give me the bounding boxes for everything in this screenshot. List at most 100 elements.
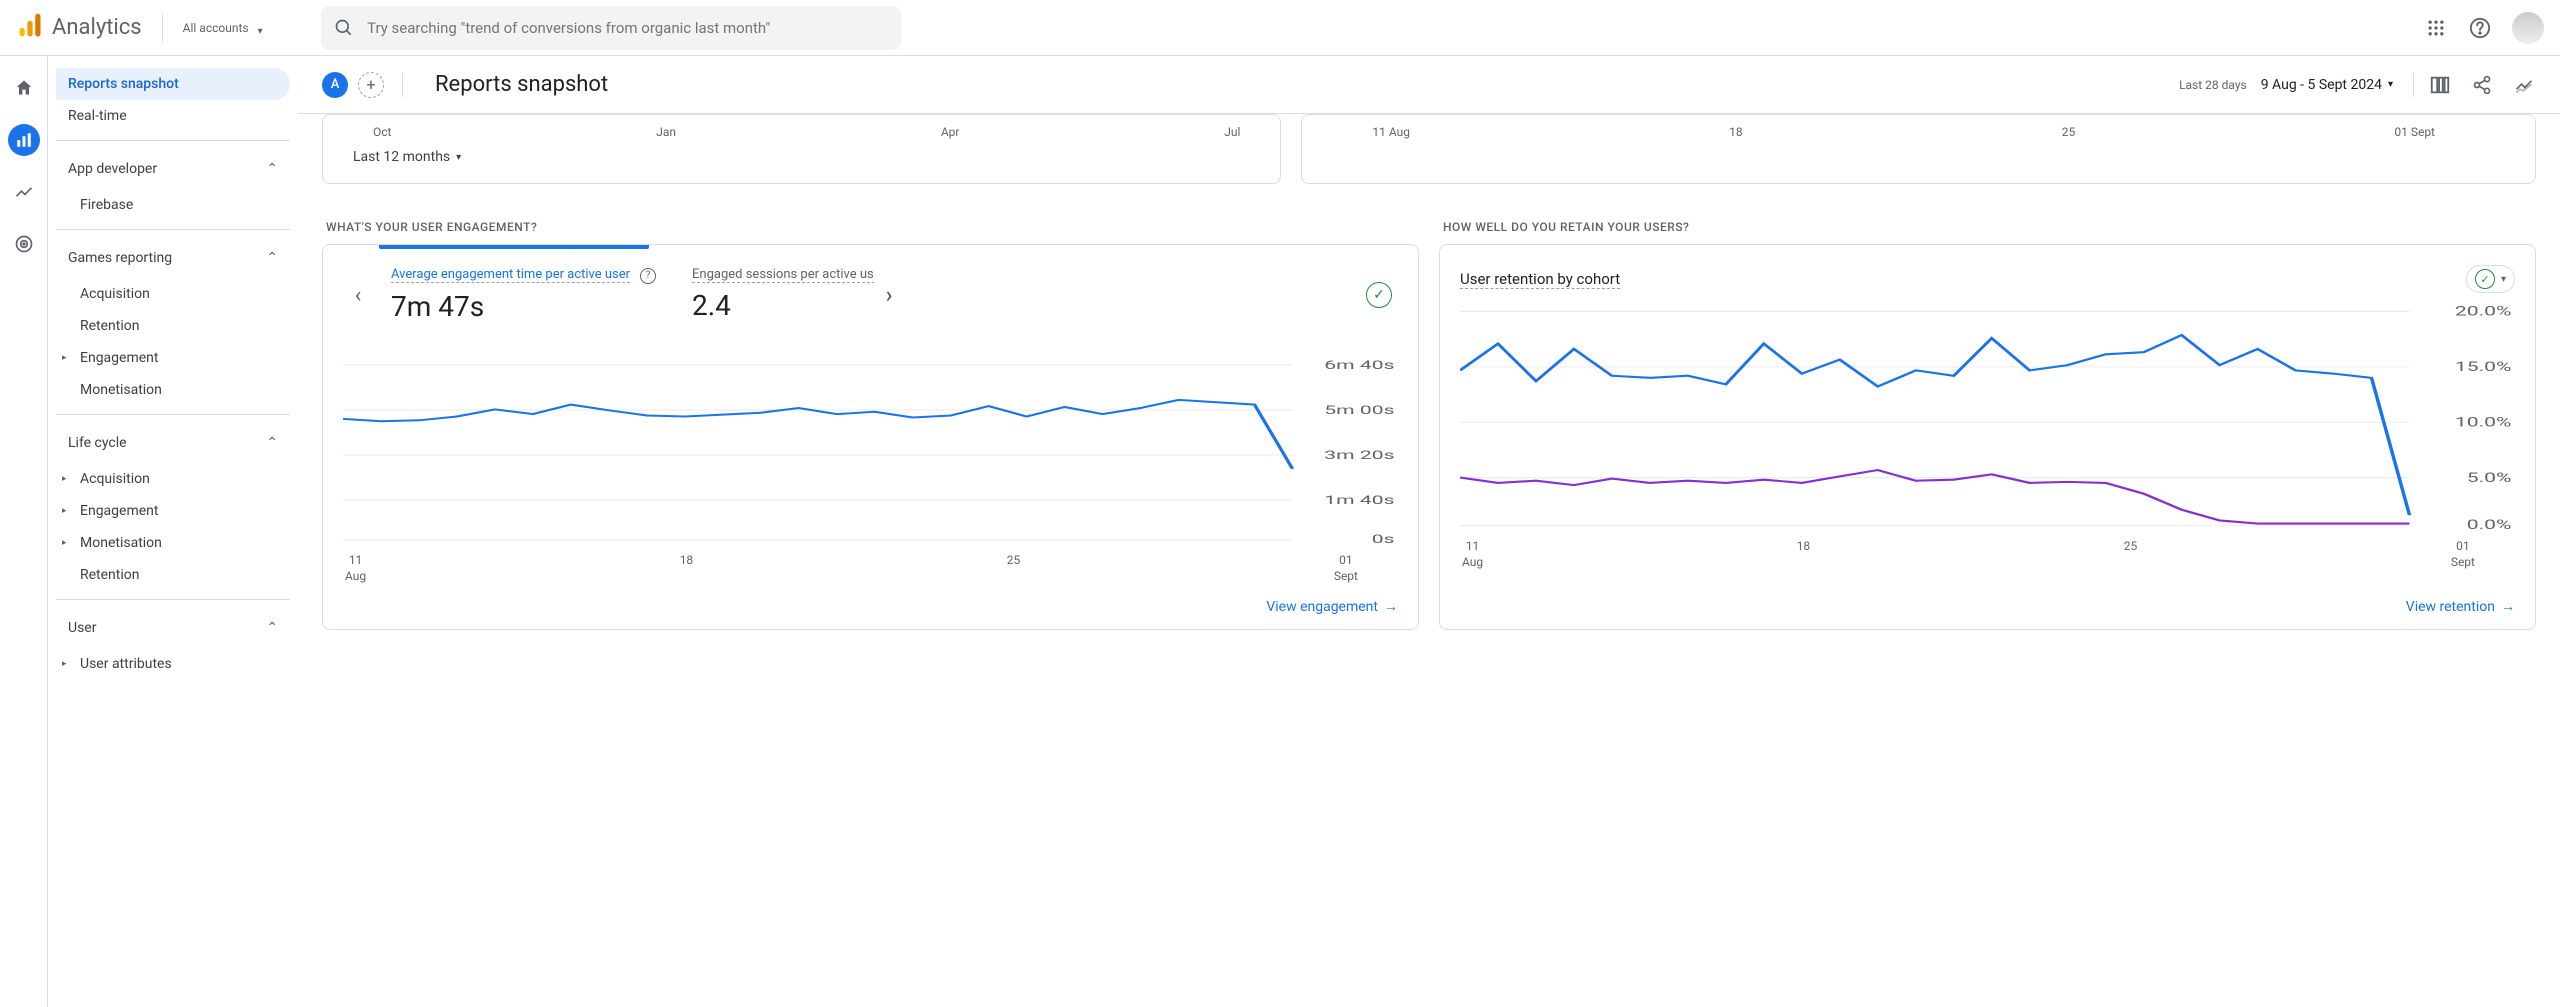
info-icon[interactable]: ?: [640, 268, 656, 284]
arrow-right-icon: →: [1384, 598, 1398, 615]
nav-firebase[interactable]: Firebase: [56, 189, 290, 221]
add-segment-button[interactable]: +: [358, 72, 384, 98]
x-axis-labels: 11Aug 18 25 01Sept: [1460, 535, 2515, 570]
account-selector[interactable]: All accounts ▾: [183, 21, 249, 35]
account-label: All accounts: [183, 21, 249, 35]
dropdown-arrow-icon: ▾: [258, 26, 263, 37]
tick: 18: [680, 553, 694, 567]
tick: Aug: [1462, 555, 1483, 569]
section-label: Life cycle: [68, 435, 127, 451]
x-axis-labels: Oct Jan Apr Jul: [343, 123, 1260, 139]
tick: Oct: [373, 125, 391, 139]
nav-games-acquisition[interactable]: Acquisition: [56, 278, 290, 310]
metric-tab-engaged-sessions[interactable]: Engaged sessions per active user 2.4: [674, 245, 874, 322]
big-cards-row: WHAT'S YOUR USER ENGAGEMENT? ‹ Average e…: [322, 192, 2536, 630]
main-content: A + Reports snapshot Last 28 days 9 Aug …: [298, 56, 2560, 1007]
nav-games-retention[interactable]: Retention: [56, 310, 290, 342]
nav-section-user[interactable]: User ⌃: [56, 608, 290, 648]
search-box[interactable]: [321, 6, 901, 50]
dropdown-arrow-icon: ▾: [2388, 79, 2393, 90]
divider: [56, 140, 290, 141]
nav-life-acquisition[interactable]: ▸ Acquisition: [56, 463, 290, 495]
nav-games-monetisation[interactable]: Monetisation: [56, 374, 290, 406]
tick: 01 Sept: [2394, 125, 2435, 139]
status-check-icon: ✓: [2475, 269, 2495, 289]
metric-tab-engagement-time[interactable]: Average engagement time per active user …: [373, 245, 674, 323]
divider: [56, 229, 290, 230]
tick: 18: [1797, 539, 1811, 553]
rail-explore-icon[interactable]: [8, 176, 40, 208]
nav-life-engagement[interactable]: ▸Engagement: [56, 495, 290, 527]
status-dropdown[interactable]: ✓ ▾: [2466, 265, 2515, 293]
page-title: Reports snapshot: [435, 72, 608, 97]
x-axis-labels: 11 Aug 18 25 01 Sept: [1322, 123, 2515, 139]
nav-label: User attributes: [80, 656, 172, 672]
retention-card: User retention by cohort ✓ ▾: [1439, 244, 2536, 630]
period-selector[interactable]: Last 12 months ▾: [353, 149, 1260, 165]
side-nav: Reports snapshot Real-time App developer…: [48, 56, 298, 1007]
analytics-logo-icon: [16, 12, 44, 44]
help-icon[interactable]: [2468, 16, 2492, 40]
next-metric-button[interactable]: ›: [874, 283, 904, 308]
section-label: App developer: [68, 161, 157, 177]
search-icon: [333, 16, 356, 40]
tick: 18: [1729, 125, 1743, 139]
metric-value: 7m 47s: [391, 290, 656, 323]
nav-reports-snapshot[interactable]: Reports snapshot: [56, 68, 290, 100]
tick: 01: [2456, 539, 2470, 553]
divider: [56, 414, 290, 415]
svg-text:10.0%: 10.0%: [2455, 416, 2512, 430]
insights-icon[interactable]: [2512, 73, 2536, 97]
page-header-right: Last 28 days 9 Aug - 5 Sept 2024 ▾: [2179, 73, 2536, 97]
metric-tabs: ‹ Average engagement time per active use…: [323, 245, 1418, 345]
x-axis-labels: 11Aug 18 25 01Sept: [343, 549, 1398, 584]
link-text: View engagement: [1266, 599, 1378, 615]
tick: 11: [349, 553, 363, 567]
apps-grid-icon[interactable]: [2424, 16, 2448, 40]
view-retention-link[interactable]: View retention →: [2406, 598, 2515, 615]
prev-metric-button[interactable]: ‹: [343, 283, 373, 308]
svg-text:3m 20s: 3m 20s: [1324, 449, 1394, 463]
nav-realtime[interactable]: Real-time: [56, 100, 290, 132]
engagement-section-title: WHAT'S YOUR USER ENGAGEMENT?: [326, 220, 1419, 234]
product-logo-block[interactable]: Analytics: [16, 12, 142, 44]
nav-label: Engagement: [80, 350, 158, 366]
rail-advertising-icon[interactable]: [8, 228, 40, 260]
user-avatar[interactable]: [2512, 12, 2544, 44]
tick: Sept: [2451, 555, 2475, 569]
nav-section-life-cycle[interactable]: Life cycle ⌃: [56, 423, 290, 463]
svg-text:0.0%: 0.0%: [2467, 518, 2512, 531]
nav-life-retention[interactable]: Retention: [56, 559, 290, 591]
svg-text:0s: 0s: [1372, 533, 1395, 545]
chevron-up-icon: ⌃: [266, 250, 278, 266]
nav-label: Acquisition: [80, 471, 150, 487]
expand-triangle-icon: ▸: [62, 474, 67, 484]
search-input[interactable]: [367, 19, 888, 37]
date-range-picker[interactable]: 9 Aug - 5 Sept 2024 ▾: [2261, 77, 2393, 93]
rail-reports-icon[interactable]: [8, 124, 40, 156]
nav-section-games-reporting[interactable]: Games reporting ⌃: [56, 238, 290, 278]
top-cards-row: Oct Jan Apr Jul Last 12 months ▾ 11 Aug …: [322, 114, 2536, 184]
tick: Sept: [1334, 569, 1358, 583]
top-left-card: Oct Jan Apr Jul Last 12 months ▾: [322, 114, 1281, 184]
customize-columns-icon[interactable]: [2428, 73, 2452, 97]
view-engagement-link[interactable]: View engagement →: [1266, 598, 1398, 615]
dropdown-arrow-icon: ▾: [456, 152, 461, 163]
share-icon[interactable]: [2470, 73, 2494, 97]
nav-games-engagement[interactable]: ▸Engagement: [56, 342, 290, 374]
tick: Jul: [1224, 125, 1240, 139]
svg-text:5m 00s: 5m 00s: [1324, 404, 1394, 418]
segment-chip[interactable]: A: [322, 72, 348, 98]
nav-section-app-developer[interactable]: App developer ⌃: [56, 149, 290, 189]
nav-life-monetisation[interactable]: ▸Monetisation: [56, 527, 290, 559]
section-label: Games reporting: [68, 250, 172, 266]
nav-user-attributes[interactable]: ▸User attributes: [56, 648, 290, 680]
date-range-label: Last 28 days: [2179, 78, 2247, 92]
divider: [56, 599, 290, 600]
chevron-up-icon: ⌃: [266, 161, 278, 177]
chevron-up-icon: ⌃: [266, 620, 278, 636]
rail-home-icon[interactable]: [8, 72, 40, 104]
product-name: Analytics: [52, 15, 142, 40]
status-check-icon[interactable]: ✓: [1366, 282, 1392, 308]
arrow-right-icon: →: [2501, 598, 2515, 615]
